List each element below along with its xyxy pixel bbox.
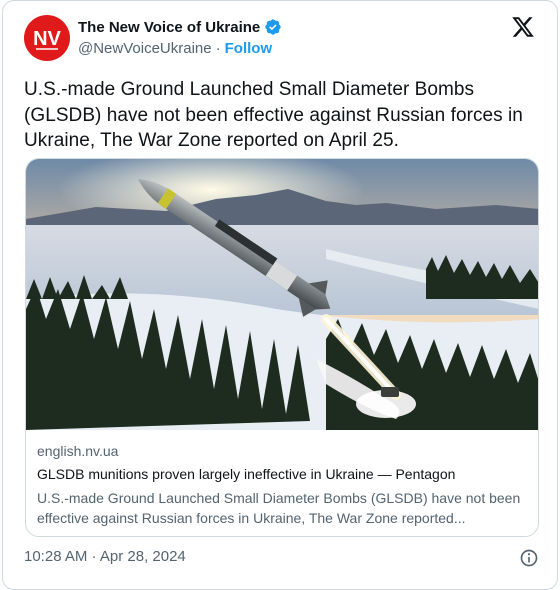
- tweet-footer: 10:28 AM · Apr 28, 2024: [24, 548, 539, 568]
- x-logo-icon[interactable]: [511, 15, 535, 39]
- verified-badge-icon[interactable]: [264, 18, 282, 36]
- link-preview-image[interactable]: [26, 159, 539, 430]
- info-icon[interactable]: [519, 548, 539, 568]
- author-handle[interactable]: @NewVoiceUkraine: [78, 40, 212, 57]
- author-display-name[interactable]: The New Voice of Ukraine: [78, 19, 260, 36]
- author-info: The New Voice of Ukraine @NewVoiceUkrain…: [78, 17, 282, 57]
- follow-button[interactable]: Follow: [225, 40, 273, 57]
- nv-logo: NV: [33, 28, 61, 50]
- link-preview-meta: english.nv.ua GLSDB munitions proven lar…: [37, 442, 529, 528]
- avatar[interactable]: NV: [24, 15, 70, 61]
- tweet-text: U.S.-made Ground Launched Small Diameter…: [24, 79, 523, 151]
- link-title: GLSDB munitions proven largely ineffecti…: [37, 466, 456, 482]
- handle-separator: ·: [215, 40, 221, 57]
- tweet-card[interactable]: NV The New Voice of Ukraine @NewVoiceUkr…: [2, 0, 558, 590]
- link-preview-card[interactable]: english.nv.ua GLSDB munitions proven lar…: [25, 158, 539, 537]
- avatar-text: NV: [33, 28, 61, 50]
- link-description: U.S.-made Ground Launched Small Diameter…: [37, 490, 521, 526]
- tweet-header: NV The New Voice of Ukraine @NewVoiceUkr…: [24, 13, 541, 61]
- link-domain: english.nv.ua: [37, 443, 119, 459]
- tweet-timestamp[interactable]: 10:28 AM · Apr 28, 2024: [24, 548, 186, 565]
